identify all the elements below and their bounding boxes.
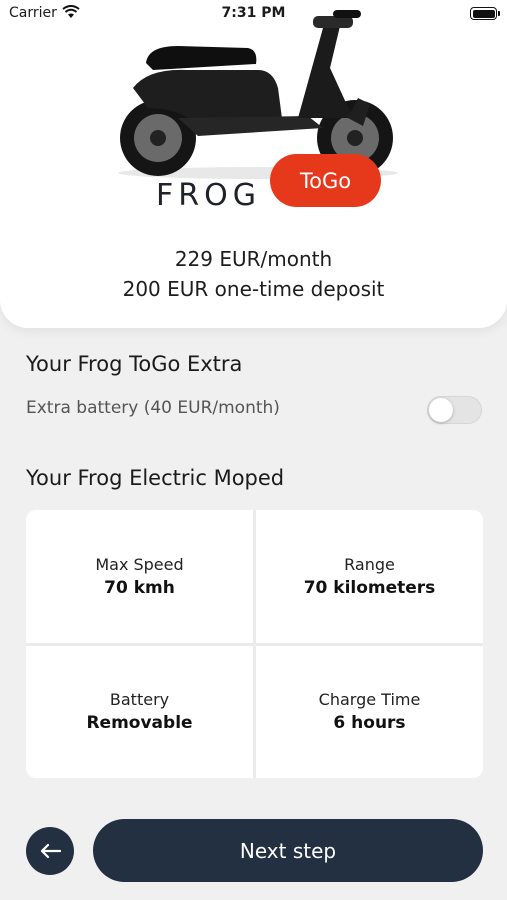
spec-value: 70 kmh — [104, 577, 175, 598]
spec-label: Charge Time — [318, 690, 421, 710]
spec-range: Range 70 kilometers — [256, 510, 483, 643]
price-deposit: 200 EUR one-time deposit — [122, 277, 385, 301]
extra-battery-label: Extra battery (40 EUR/month) — [26, 398, 280, 418]
price-monthly: 229 EUR/month — [174, 247, 333, 271]
toggle-knob — [429, 398, 453, 422]
spec-max-speed: Max Speed 70 kmh — [26, 510, 253, 643]
brand-logo: FROG — [156, 178, 261, 213]
spec-label: Range — [344, 554, 395, 574]
extra-section-title: Your Frog ToGo Extra — [26, 352, 243, 376]
back-button[interactable] — [26, 827, 74, 875]
clock: 7:31 PM — [221, 5, 286, 21]
battery-icon — [470, 7, 500, 20]
moped-section-title: Your Frog Electric Moped — [26, 466, 285, 490]
battery-level — [472, 9, 495, 18]
arrow-left-icon — [40, 843, 61, 859]
spec-value: Removable — [86, 713, 193, 734]
spec-grid: Max Speed 70 kmh Range 70 kilometers Bat… — [26, 510, 483, 778]
togo-badge: ToGo — [270, 154, 381, 207]
spec-label: Max Speed — [95, 554, 184, 574]
screen: FROG ToGo 229 EUR/month 200 EUR one-time… — [0, 0, 507, 900]
spec-value: 6 hours — [333, 713, 406, 734]
spec-value: 70 kilometers — [303, 577, 436, 598]
status-bar: Carrier 7:31 PM — [0, 0, 507, 30]
spec-battery: Battery Removable — [26, 645, 253, 778]
extra-battery-toggle[interactable] — [427, 396, 482, 424]
hero-card: FROG ToGo 229 EUR/month 200 EUR one-time… — [0, 0, 507, 328]
next-step-button[interactable]: Next step — [93, 819, 483, 882]
spec-label: Battery — [109, 690, 170, 710]
spec-charge-time: Charge Time 6 hours — [256, 645, 483, 778]
